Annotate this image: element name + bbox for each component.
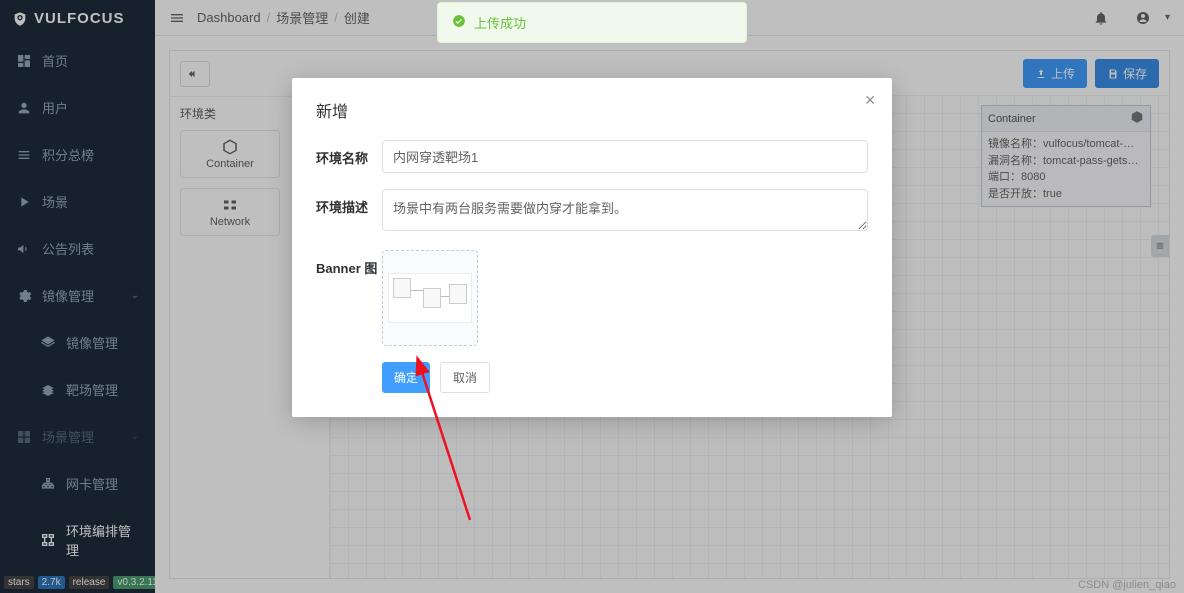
textarea-env-desc[interactable]: [382, 189, 868, 231]
dialog-form: 环境名称 环境描述 Banner 图 确定 取消: [316, 140, 868, 393]
toast-success: 上传成功: [437, 2, 747, 43]
close-icon[interactable]: ✕: [864, 92, 876, 109]
label-env-name: 环境名称: [316, 140, 382, 173]
banner-thumb: [388, 273, 472, 323]
dialog-footer: 确定 取消: [316, 362, 868, 393]
dialog-add: 新增 ✕ 环境名称 环境描述 Banner 图 确定: [292, 78, 892, 417]
ok-button[interactable]: 确定: [382, 362, 430, 393]
label-env-desc: 环境描述: [316, 189, 382, 234]
check-circle-icon: [452, 14, 466, 31]
input-env-name[interactable]: [382, 140, 868, 173]
dialog-title: 新增: [316, 98, 868, 122]
cancel-button[interactable]: 取消: [440, 362, 490, 393]
label-banner: Banner 图: [316, 250, 382, 346]
upload-banner[interactable]: [382, 250, 478, 346]
